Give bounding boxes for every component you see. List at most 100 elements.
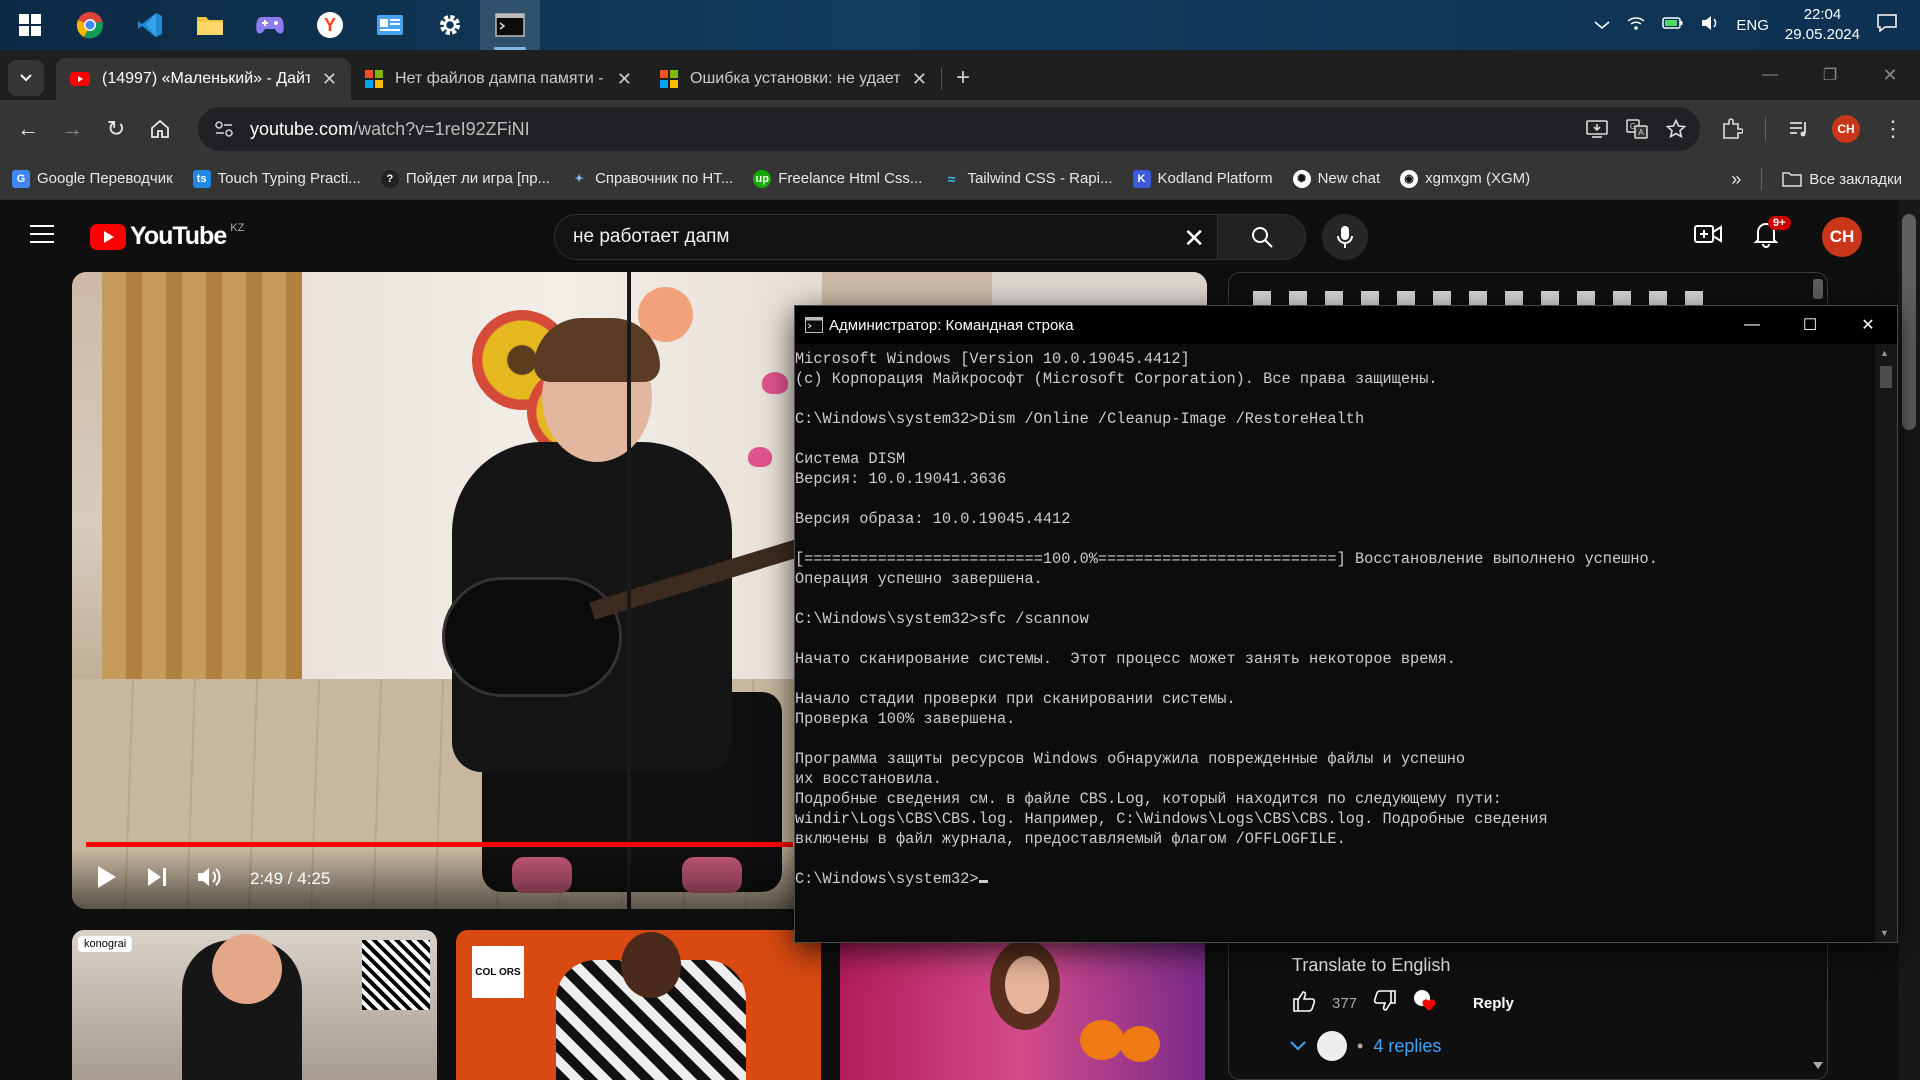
clear-search-icon[interactable]: ✕ [1183,223,1205,254]
close-window-button[interactable]: ✕ [1860,50,1920,100]
cmd-close-button[interactable]: ✕ [1839,306,1897,344]
news-app[interactable] [360,0,420,50]
panel-scroll-down-icon[interactable] [1813,1057,1823,1075]
extensions-icon[interactable] [1721,118,1743,140]
cmd-maximize-button[interactable]: ☐ [1781,306,1839,344]
dislike-button[interactable] [1373,990,1397,1016]
arrow-right-icon: → [61,116,83,141]
all-bookmarks-button[interactable]: Все закладки [1782,171,1902,188]
chrome-app[interactable] [60,0,120,50]
kodland-icon: K [1132,169,1151,188]
recommended-video-thumbnail[interactable]: konograi [72,930,437,1080]
install-app-icon[interactable] [1586,119,1608,139]
replies-toggle[interactable]: • 4 replies [1289,1031,1441,1061]
chevron-up-icon[interactable] [1594,17,1610,34]
profile-avatar[interactable]: CH [1832,115,1860,143]
command-prompt-window[interactable]: Администратор: Командная строка — ☐ ✕ Mi… [794,305,1898,943]
address-bar[interactable]: youtube.com/watch?v=1reI92ZFiNI GA [198,107,1700,151]
game-app[interactable] [240,0,300,50]
progress-fill [86,842,794,847]
close-tab-icon[interactable]: ✕ [912,69,927,90]
page-scrollbar[interactable] [1898,200,1920,1080]
voice-search-button[interactable] [1322,214,1368,260]
youtube-logo[interactable]: YouTube KZ [90,222,244,251]
bookmarks-right: » Все закладки [1731,158,1920,200]
page-scroll-thumb[interactable] [1902,214,1916,430]
yandex-app[interactable]: Y [300,0,360,50]
restore-button[interactable]: ❐ [1800,50,1860,100]
bookmark-freelance[interactable]: up Freelance Html Css... [753,169,922,188]
tab-youtube[interactable]: (14997) «Маленький» - Дайте ✕ [56,58,351,100]
minimize-button[interactable]: — [1740,50,1800,100]
cmd-titlebar[interactable]: Администратор: Командная строка — ☐ ✕ [795,306,1897,344]
bookmark-tailwind[interactable]: ≈ Tailwind CSS - Rapi... [942,170,1113,188]
search-button[interactable] [1218,214,1306,260]
bookmark-chatgpt[interactable]: ✺ New chat [1292,169,1380,188]
media-controls-icon[interactable] [1788,119,1810,139]
chrome-icon [76,12,103,39]
next-button[interactable] [146,866,168,893]
search-input[interactable]: не работает дапм ✕ [554,214,1218,260]
cmd-lines: Microsoft Windows [Version 10.0.19045.44… [795,349,1877,869]
start-button[interactable] [0,0,60,50]
scroll-down-icon[interactable]: ▼ [1880,928,1889,938]
close-tab-icon[interactable]: ✕ [322,69,337,90]
cmd-output[interactable]: Microsoft Windows [Version 10.0.19045.44… [795,344,1877,942]
play-button[interactable] [96,864,118,895]
notifications-button[interactable]: 9+ [1753,216,1791,253]
bookmark-label: Справочник по НТ... [595,170,734,187]
more-bookmarks-icon[interactable]: » [1731,169,1741,190]
replies-count: 4 replies [1373,1035,1442,1056]
cmd-line: windir\Logs\CBS\CBS.log. Например, C:\Wi… [795,810,1548,828]
notification-center-icon[interactable] [1876,13,1898,37]
cmd-scrollbar[interactable]: ▲ ▼ [1875,344,1897,942]
recommended-video-thumbnail[interactable] [840,930,1205,1080]
reload-button[interactable]: ↻ [94,107,138,151]
file-explorer-app[interactable] [180,0,240,50]
youtube-favicon-icon [70,72,90,86]
bookmark-github[interactable]: ◉ xgmxgm (XGM) [1400,169,1530,188]
kebab-menu-icon[interactable]: ⋮ [1882,116,1904,142]
scroll-up-icon[interactable]: ▲ [1880,348,1889,358]
bookmark-google-translate[interactable]: G Google Переводчик [12,169,173,188]
tab-title: Нет файлов дампа памяти - Co [395,70,605,87]
wifi-icon[interactable] [1626,15,1646,35]
volume-button[interactable] [196,866,222,893]
terminal-app[interactable] [480,0,540,50]
reply-button[interactable]: Reply [1473,995,1514,1012]
heart-decoration [748,447,772,467]
translate-icon[interactable]: GA [1626,119,1648,139]
back-button[interactable]: ← [6,107,50,151]
tab-microsoft-1[interactable]: Нет файлов дампа памяти - Co ✕ [351,58,646,100]
panel-scroll-thumb[interactable] [1813,279,1823,299]
cmd-cursor [978,880,988,883]
menu-button[interactable] [30,224,54,249]
translate-link[interactable]: Translate to English [1292,955,1450,976]
youtube-avatar[interactable]: CH [1822,217,1862,257]
tab-microsoft-2[interactable]: Ошибка установки: не удается ✕ [646,58,941,100]
recommended-video-thumbnail[interactable]: COL ORS [456,930,821,1080]
bookmark-kodland[interactable]: K Kodland Platform [1132,169,1273,188]
bookmark-touch-typing[interactable]: ts Touch Typing Practi... [192,169,361,188]
battery-icon[interactable] [1662,16,1684,34]
forward-button[interactable]: → [50,107,94,151]
bookmark-reference[interactable]: ✦ Справочник по НТ... [570,170,733,188]
close-tab-icon[interactable]: ✕ [617,69,632,90]
settings-app[interactable] [420,0,480,50]
site-info-icon[interactable] [214,120,234,138]
bookmark-game-check[interactable]: ? Пойдет ли игра [пр... [380,169,550,188]
vscode-app[interactable] [120,0,180,50]
tab-search-button[interactable] [8,60,44,96]
new-tab-button[interactable]: + [956,64,970,92]
clock[interactable]: 22:04 29.05.2024 [1785,5,1860,45]
cmd-scroll-thumb[interactable] [1880,366,1892,388]
home-button[interactable] [138,107,182,151]
question-icon: ? [380,169,399,188]
star-icon[interactable] [1666,119,1686,139]
like-button[interactable] [1292,990,1316,1016]
language-indicator[interactable]: ENG [1736,17,1769,34]
create-button[interactable] [1694,222,1722,251]
volume-icon[interactable] [1700,15,1720,35]
cmd-minimize-button[interactable]: — [1723,306,1781,344]
gamepad-icon [256,17,284,34]
